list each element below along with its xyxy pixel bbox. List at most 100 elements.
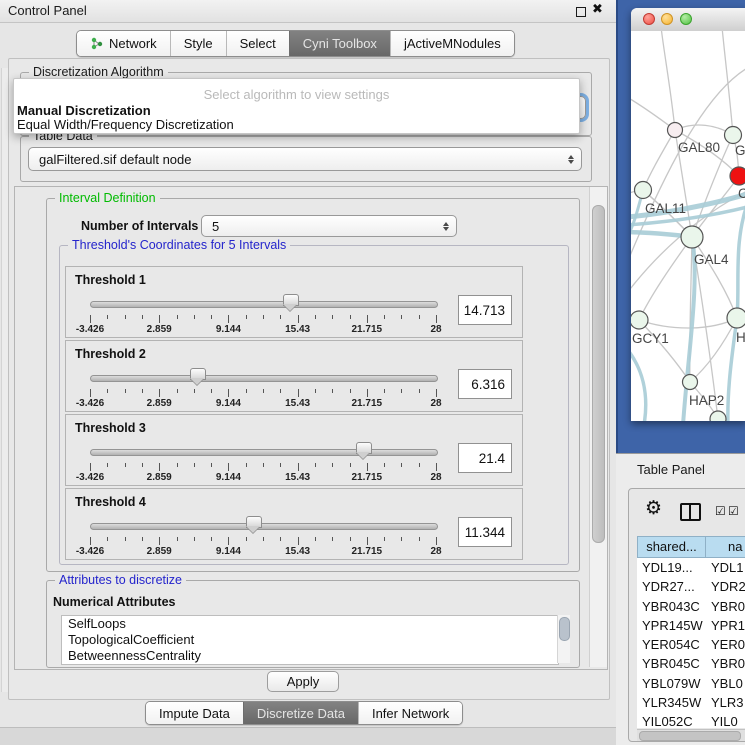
- slider-track[interactable]: [90, 523, 438, 530]
- slider-tick: [298, 389, 299, 397]
- slider-tick: [107, 389, 108, 393]
- vertical-scrollbar-thumb[interactable]: [592, 205, 605, 543]
- slider-tick: [125, 389, 126, 393]
- slider-tick: [142, 463, 143, 467]
- network-node-gal80[interactable]: [668, 123, 683, 138]
- dropdown-item-equal-width-frequency-discretization[interactable]: Equal Width/Frequency Discretization: [17, 117, 234, 132]
- threshold-value-field[interactable]: 14.713: [458, 295, 512, 325]
- slider-thumb[interactable]: [246, 516, 262, 528]
- table-row[interactable]: YPR145WYPR1: [637, 616, 745, 635]
- network-desktop: GAL80GAL11GAL4GCY1HHAP2GAC: [616, 0, 745, 453]
- tab-jactivemnodules[interactable]: jActiveMNodules: [390, 31, 514, 56]
- axis-tick-label: 28: [430, 324, 441, 335]
- float-window-icon[interactable]: [576, 7, 586, 17]
- slider-tick: [263, 463, 264, 467]
- network-node-gcy1[interactable]: [631, 311, 648, 329]
- node-label-partial: C: [738, 186, 745, 201]
- slider-track[interactable]: [90, 375, 438, 382]
- axis-tick-label: 28: [430, 472, 441, 483]
- tab-discretize-data[interactable]: Discretize Data: [243, 702, 358, 724]
- network-edge: [643, 130, 675, 190]
- num-intervals-combobox[interactable]: 5: [201, 215, 457, 237]
- table-cell: YDR2: [706, 577, 745, 596]
- table-row[interactable]: YBR043CYBR0: [637, 597, 745, 616]
- axis-tick-label: 21.715: [352, 472, 383, 483]
- attributes-scrollbar-thumb[interactable]: [559, 617, 570, 641]
- split-columns-icon[interactable]: [680, 503, 701, 521]
- horizontal-scrollbar-thumb[interactable]: [639, 731, 741, 741]
- attribute-list-item[interactable]: TopologicalCoefficient: [62, 632, 558, 648]
- network-node-gal4[interactable]: [681, 226, 703, 248]
- slider-tick: [280, 389, 281, 393]
- close-icon[interactable]: ✖: [592, 2, 603, 17]
- slider-track[interactable]: [90, 449, 438, 456]
- attribute-list-item[interactable]: BetweennessCentrality: [62, 648, 558, 664]
- vertical-scrollbar[interactable]: [589, 187, 607, 667]
- top-tab-bar: NetworkStyleSelectCyni ToolboxjActiveMNo…: [76, 30, 515, 57]
- close-light-icon[interactable]: [643, 13, 655, 25]
- table-row[interactable]: YBR045CYBR0: [637, 654, 745, 673]
- network-node[interactable]: [710, 411, 726, 421]
- threshold-value-field[interactable]: 21.4: [458, 443, 512, 473]
- network-node[interactable]: [730, 167, 745, 185]
- table-row[interactable]: YLR345WYLR3: [637, 693, 745, 712]
- tab-select[interactable]: Select: [226, 31, 289, 56]
- table-cell: YER054C: [637, 635, 706, 654]
- slider-tick: [436, 315, 437, 323]
- dropdown-item-manual-discretization[interactable]: Manual Discretization: [17, 103, 151, 118]
- tab-cyni-toolbox[interactable]: Cyni Toolbox: [289, 31, 390, 56]
- apply-button[interactable]: Apply: [267, 671, 339, 692]
- threshold-value-field[interactable]: 6.316: [458, 369, 512, 399]
- table-cell: YDR27...: [637, 577, 706, 596]
- horizontal-scrollbar[interactable]: [637, 729, 745, 741]
- minimize-light-icon[interactable]: [661, 13, 673, 25]
- checkbox-icon[interactable]: ☑: [728, 505, 739, 517]
- combo-arrows-icon: [443, 222, 449, 231]
- threshold-panel-3: Threshold 3-3.4262.8599.14415.4321.71528…: [65, 414, 523, 486]
- tab-impute-data[interactable]: Impute Data: [146, 702, 243, 724]
- slider-thumb[interactable]: [356, 442, 372, 454]
- control-panel-titlebar: Control Panel ✖: [0, 0, 616, 23]
- slider-tick: [350, 463, 351, 467]
- network-node-hap2[interactable]: [683, 375, 698, 390]
- network-graph: GAL80GAL11GAL4GCY1HHAP2GAC: [631, 31, 745, 421]
- slider-track[interactable]: [90, 301, 438, 308]
- slider-tick: [177, 315, 178, 319]
- slider-tick: [159, 315, 160, 323]
- slider-tick: [194, 389, 195, 393]
- network-node-h[interactable]: [727, 308, 745, 328]
- slider-tick: [332, 537, 333, 541]
- num-intervals-label: Number of Intervals: [81, 219, 198, 233]
- table-body: YDL19...YDL1YDR27...YDR2YBR043CYBR0YPR14…: [637, 558, 745, 728]
- table-row[interactable]: YBL079WYBL0: [637, 674, 745, 693]
- slider-tick: [211, 463, 212, 467]
- attribute-list-item[interactable]: SelfLoops: [62, 616, 558, 632]
- column-header-shared[interactable]: shared...: [637, 536, 706, 558]
- table-row[interactable]: YER054CYER0: [637, 635, 745, 654]
- node-label: GAL4: [694, 252, 729, 267]
- tab-infer-network[interactable]: Infer Network: [358, 702, 462, 724]
- gear-icon[interactable]: ⚙: [645, 497, 662, 519]
- threshold-value-field[interactable]: 11.344: [458, 517, 512, 547]
- table-row[interactable]: YDR27...YDR2: [637, 577, 745, 596]
- table-row[interactable]: YDL19...YDL1: [637, 558, 745, 577]
- network-node[interactable]: [725, 127, 742, 144]
- network-canvas[interactable]: GAL80GAL11GAL4GCY1HHAP2GAC: [631, 31, 745, 421]
- tab-network[interactable]: Network: [77, 31, 170, 56]
- network-node-gal11[interactable]: [635, 182, 652, 199]
- zoom-light-icon[interactable]: [680, 13, 692, 25]
- tab-style[interactable]: Style: [170, 31, 226, 56]
- checkbox-icon[interactable]: ☑: [715, 505, 726, 517]
- slider-thumb[interactable]: [190, 368, 206, 380]
- slider-tick: [142, 315, 143, 319]
- table-data-combobox[interactable]: galFiltered.sif default node: [28, 147, 582, 171]
- slider-tick: [350, 315, 351, 319]
- numerical-attributes-list[interactable]: SelfLoopsTopologicalCoefficientBetweenne…: [61, 615, 559, 665]
- column-header-na[interactable]: na: [706, 536, 745, 558]
- axis-tick-label: 15.43: [285, 546, 310, 557]
- attributes-list-scrollbar[interactable]: [557, 615, 570, 663]
- table-row[interactable]: YIL052CYIL0: [637, 712, 745, 728]
- slider-tick: [298, 315, 299, 323]
- slider-thumb[interactable]: [283, 294, 299, 306]
- node-label-partial: GA: [735, 143, 745, 158]
